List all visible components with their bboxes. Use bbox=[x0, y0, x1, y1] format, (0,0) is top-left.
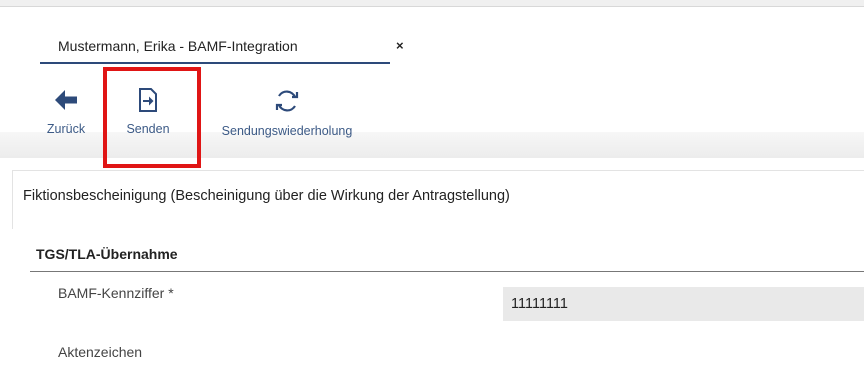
send-document-icon bbox=[139, 88, 157, 112]
document-title: Fiktionsbescheinigung (Bescheinigung übe… bbox=[23, 188, 510, 204]
back-button-label: Zurück bbox=[46, 122, 86, 136]
bamf-kennziffer-label: BAMF-Kennziffer * bbox=[58, 285, 174, 301]
send-button[interactable]: Senden bbox=[116, 88, 180, 136]
close-icon[interactable]: × bbox=[396, 38, 404, 53]
back-button[interactable]: Zurück bbox=[40, 88, 92, 136]
send-button-label: Senden bbox=[126, 122, 170, 136]
aktenzeichen-label: Aktenzeichen bbox=[58, 344, 143, 360]
tab-bamf-integration[interactable]: Mustermann, Erika - BAMF-Integration bbox=[40, 30, 390, 64]
tab-label: Mustermann, Erika - BAMF-Integration bbox=[58, 38, 298, 54]
resend-button[interactable]: Sendungswiederholung bbox=[202, 88, 372, 138]
bamf-kennziffer-input[interactable] bbox=[503, 287, 864, 321]
document-title-panel: Fiktionsbescheinigung (Bescheinigung übe… bbox=[12, 170, 864, 229]
resend-button-label: Sendungswiederholung bbox=[221, 124, 353, 138]
window-top-bar bbox=[0, 0, 864, 7]
refresh-icon bbox=[275, 90, 299, 112]
section-header: TGS/TLA-Übernahme bbox=[36, 246, 178, 262]
section-divider bbox=[30, 271, 864, 272]
arrow-left-icon bbox=[55, 90, 77, 110]
